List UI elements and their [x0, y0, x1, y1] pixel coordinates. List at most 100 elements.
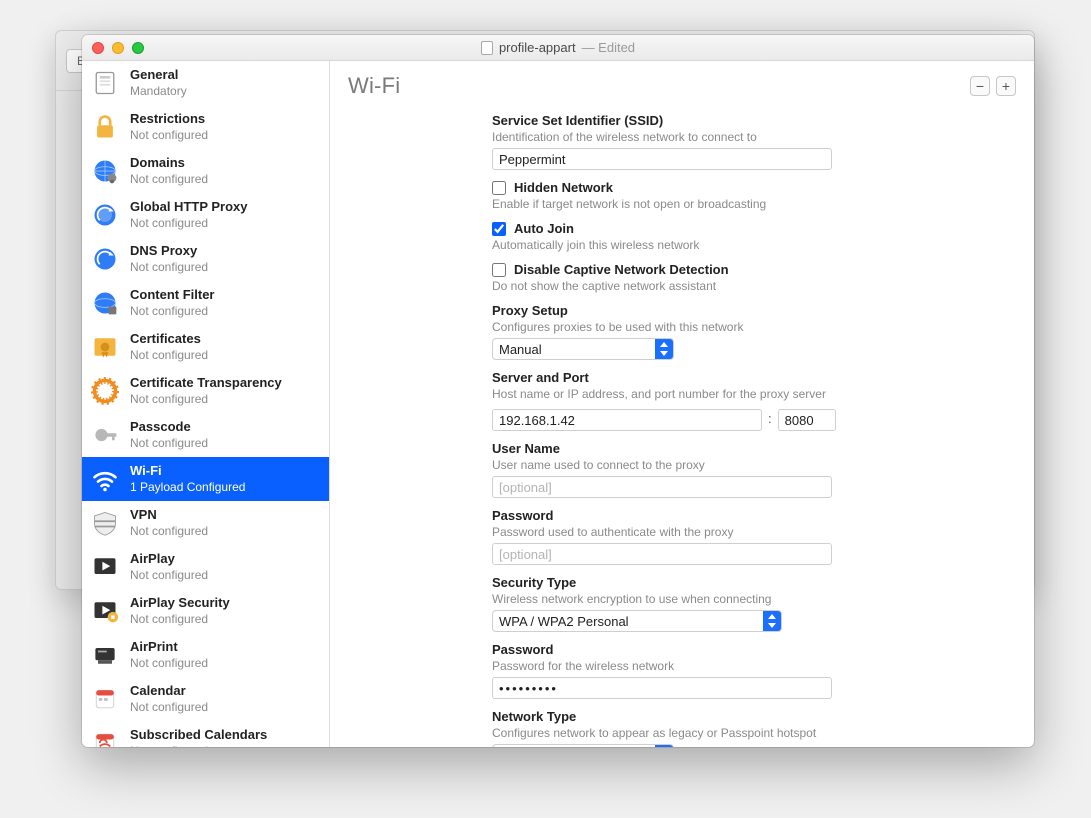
sidebar-item-airprint[interactable]: AirPrintNot configured — [82, 633, 329, 677]
proxy-server-input[interactable] — [492, 409, 762, 431]
sidebar-item-airplay-security[interactable]: AirPlay SecurityNot configured — [82, 589, 329, 633]
sidebar-item-label: Domains — [130, 155, 208, 171]
window-edited-label: — Edited — [582, 40, 635, 55]
sidebar-item-label: Certificates — [130, 331, 208, 347]
content-pane: Wi-Fi − + Service Set Identifier (SSID) … — [330, 61, 1034, 747]
sidebar-item-sub: Not configured — [130, 612, 230, 627]
vpn-icon — [90, 508, 120, 538]
sidebar-item-sub: Not configured — [130, 744, 267, 747]
sidebar-item-general[interactable]: GeneralMandatory — [82, 61, 329, 105]
sidebar-item-sub: Not configured — [130, 392, 282, 407]
sidebar-item-domains[interactable]: DomainsNot configured — [82, 149, 329, 193]
dns-proxy-icon — [90, 244, 120, 274]
sidebar-item-certificate-transparency[interactable]: Certificate TransparencyNot configured — [82, 369, 329, 413]
proxy-password-desc: Password used to authenticate with the p… — [492, 525, 1012, 539]
network-type-label: Network Type — [492, 709, 1012, 724]
sidebar-item-wi-fi[interactable]: Wi-Fi1 Payload Configured — [82, 457, 329, 501]
network-type-select[interactable]: Standard — [492, 744, 674, 747]
security-type-select[interactable]: WPA / WPA2 Personal — [492, 610, 782, 632]
sidebar-item-vpn[interactable]: VPNNot configured — [82, 501, 329, 545]
airplay-icon — [90, 552, 120, 582]
proxy-password-label: Password — [492, 508, 1012, 523]
sidebar-item-label: Restrictions — [130, 111, 208, 127]
calendar-icon — [90, 684, 120, 714]
sidebar-item-sub: Not configured — [130, 348, 208, 363]
sidebar-item-label: AirPlay Security — [130, 595, 230, 611]
global-http-proxy-icon — [90, 200, 120, 230]
profile-editor-window: profile-appart — Edited GeneralMandatory… — [82, 35, 1034, 747]
proxy-setup-value: Manual — [499, 342, 673, 357]
server-port-colon: : — [768, 411, 772, 426]
window-title: profile-appart — Edited — [82, 40, 1034, 55]
hidden-network-checkbox[interactable] — [492, 181, 506, 195]
sidebar-item-airplay[interactable]: AirPlayNot configured — [82, 545, 329, 589]
sidebar-item-label: DNS Proxy — [130, 243, 208, 259]
security-type-label: Security Type — [492, 575, 1012, 590]
sidebar-item-label: Subscribed Calendars — [130, 727, 267, 743]
sidebar-item-label: Calendar — [130, 683, 208, 699]
sidebar-item-sub: Not configured — [130, 260, 208, 275]
sidebar-item-global-http-proxy[interactable]: Global HTTP ProxyNot configured — [82, 193, 329, 237]
sidebar-item-restrictions[interactable]: RestrictionsNot configured — [82, 105, 329, 149]
sidebar-item-sub: Not configured — [130, 656, 208, 671]
sidebar-item-label: VPN — [130, 507, 208, 523]
sidebar-item-calendar[interactable]: CalendarNot configured — [82, 677, 329, 721]
ssid-desc: Identification of the wireless network t… — [492, 130, 1012, 144]
captive-checkbox[interactable] — [492, 263, 506, 277]
window-title-text: profile-appart — [499, 40, 576, 55]
add-payload-button[interactable]: + — [996, 76, 1016, 96]
remove-payload-button[interactable]: − — [970, 76, 990, 96]
sidebar-item-certificates[interactable]: CertificatesNot configured — [82, 325, 329, 369]
sidebar-item-label: Certificate Transparency — [130, 375, 282, 391]
restrictions-icon — [90, 112, 120, 142]
sidebar[interactable]: GeneralMandatoryRestrictionsNot configur… — [82, 61, 330, 747]
domains-icon — [90, 156, 120, 186]
hidden-network-desc: Enable if target network is not open or … — [492, 197, 1012, 211]
wi-fi-icon — [90, 464, 120, 494]
hidden-network-label[interactable]: Hidden Network — [514, 180, 613, 195]
auto-join-label[interactable]: Auto Join — [514, 221, 574, 236]
sidebar-item-passcode[interactable]: PasscodeNot configured — [82, 413, 329, 457]
sidebar-item-label: Wi-Fi — [130, 463, 245, 479]
subscribed-calendars-icon — [90, 728, 120, 747]
ssid-input[interactable] — [492, 148, 832, 170]
captive-label[interactable]: Disable Captive Network Detection — [514, 262, 729, 277]
sidebar-item-dns-proxy[interactable]: DNS ProxyNot configured — [82, 237, 329, 281]
sidebar-item-sub: Not configured — [130, 700, 208, 715]
airprint-icon — [90, 640, 120, 670]
network-type-desc: Configures network to appear as legacy o… — [492, 726, 1012, 740]
sidebar-item-label: General — [130, 67, 187, 83]
sidebar-item-content-filter[interactable]: Content FilterNot configured — [82, 281, 329, 325]
sidebar-item-sub: Not configured — [130, 524, 208, 539]
proxy-password-input[interactable] — [492, 543, 832, 565]
proxy-setup-label: Proxy Setup — [492, 303, 1012, 318]
proxy-port-input[interactable] — [778, 409, 836, 431]
server-port-label: Server and Port — [492, 370, 1012, 385]
sidebar-item-sub: Not configured — [130, 304, 215, 319]
security-type-desc: Wireless network encryption to use when … — [492, 592, 1012, 606]
sidebar-item-label: Passcode — [130, 419, 208, 435]
wifi-password-label: Password — [492, 642, 1012, 657]
form-scroll[interactable]: Service Set Identifier (SSID) Identifica… — [330, 109, 1034, 747]
proxy-username-label: User Name — [492, 441, 1012, 456]
content-filter-icon — [90, 288, 120, 318]
sidebar-item-label: Global HTTP Proxy — [130, 199, 248, 215]
document-icon — [481, 41, 493, 55]
sidebar-item-subscribed-calendars[interactable]: Subscribed CalendarsNot configured — [82, 721, 329, 747]
wifi-password-input[interactable] — [492, 677, 832, 699]
sidebar-item-sub: Mandatory — [130, 84, 187, 99]
general-icon — [90, 68, 120, 98]
chevron-updown-icon — [763, 611, 781, 631]
sidebar-item-sub: Not configured — [130, 172, 208, 187]
certificates-icon — [90, 332, 120, 362]
security-type-value: WPA / WPA2 Personal — [499, 614, 781, 629]
sidebar-item-label: AirPlay — [130, 551, 208, 567]
sidebar-item-sub: Not configured — [130, 128, 208, 143]
proxy-setup-select[interactable]: Manual — [492, 338, 674, 360]
passcode-icon — [90, 420, 120, 450]
proxy-username-input[interactable] — [492, 476, 832, 498]
auto-join-checkbox[interactable] — [492, 222, 506, 236]
auto-join-desc: Automatically join this wireless network — [492, 238, 1012, 252]
chevron-updown-icon — [655, 745, 673, 747]
server-port-desc: Host name or IP address, and port number… — [492, 387, 1012, 401]
